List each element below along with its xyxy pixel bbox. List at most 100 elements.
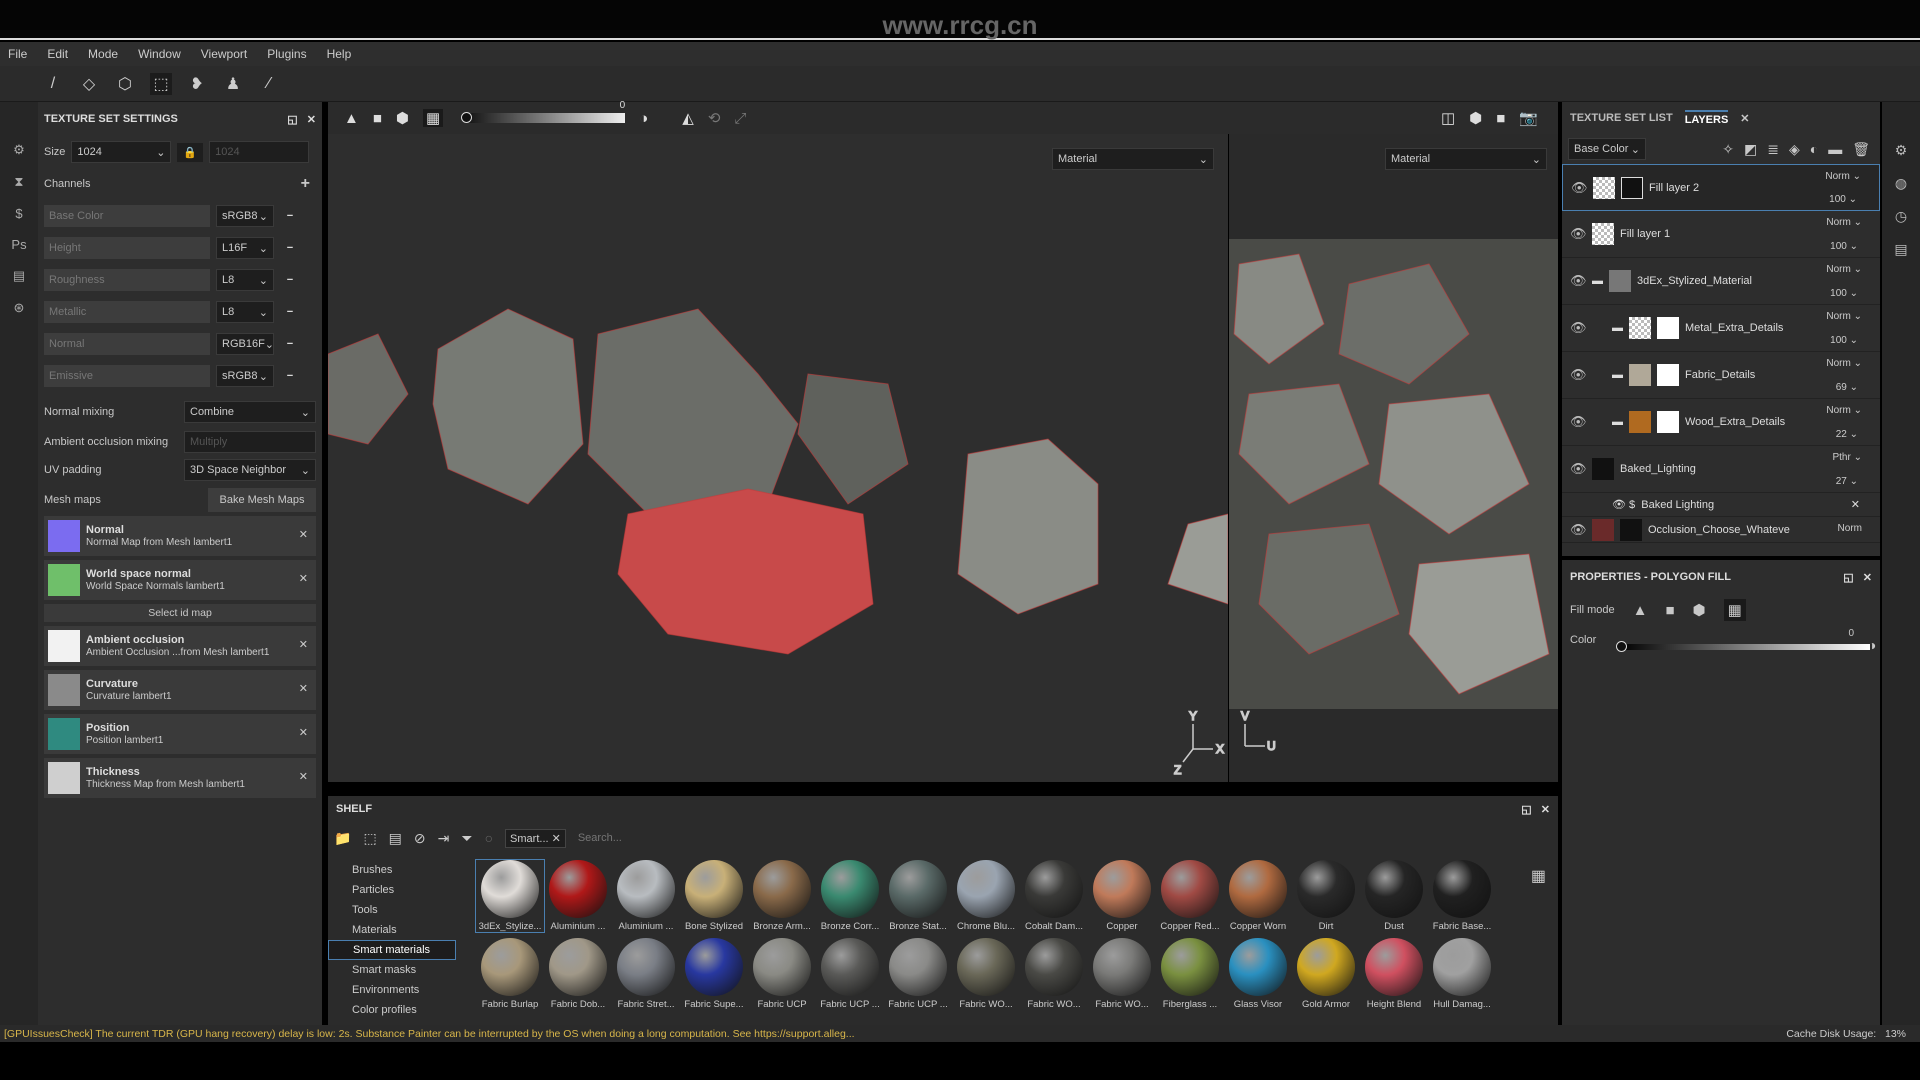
material-item[interactable]: Glass Visor	[1224, 938, 1292, 1010]
blend-mode-dropdown[interactable]: Norm ⌄	[1826, 405, 1862, 416]
remove-mesh-map-icon[interactable]: ✕	[299, 572, 308, 585]
hourglass-icon[interactable]: ⧗	[14, 174, 23, 190]
layer-row[interactable]: 👁 ▬ 3dEx_Stylized_Material Norm ⌄ 100 ⌄	[1562, 258, 1880, 305]
layer-mask-thumbnail[interactable]	[1657, 317, 1679, 339]
layer-row[interactable]: 👁 Fill layer 1 Norm ⌄ 100 ⌄	[1562, 211, 1880, 258]
undock-icon[interactable]: ◱	[1521, 804, 1531, 816]
layer-row[interactable]: 👁 ▬ Wood_Extra_Details Norm ⌄ 22 ⌄	[1562, 399, 1880, 446]
layer-mask-thumbnail[interactable]	[1657, 411, 1679, 433]
blend-mode-dropdown[interactable]: Pthr ⌄	[1832, 452, 1862, 463]
material-item[interactable]: Fabric Supe...	[680, 938, 748, 1010]
polygon-fill-icon[interactable]: ⬚	[150, 72, 172, 95]
shelf-category[interactable]: Smart masks	[328, 960, 456, 980]
remove-channel-button[interactable]: −	[280, 306, 300, 318]
menu-viewport[interactable]: Viewport	[201, 47, 247, 61]
slider-handle[interactable]	[461, 112, 473, 123]
opacity-dropdown[interactable]: 100 ⌄	[1830, 288, 1858, 299]
material-item[interactable]: Bronze Stat...	[884, 860, 952, 932]
add-folder-icon[interactable]: ▬	[1828, 141, 1842, 157]
material-item[interactable]: Fabric WO...	[1020, 938, 1088, 1010]
settings-icon[interactable]: ⊛	[14, 300, 25, 316]
visibility-eye-icon[interactable]: 👁	[1570, 461, 1587, 477]
document-icon[interactable]: ▤	[13, 268, 25, 284]
blend-mode-dropdown[interactable]: Norm ⌄	[1825, 171, 1861, 182]
eraser-icon[interactable]: ◇	[78, 73, 100, 95]
fill-mesh-icon[interactable]: ⬢	[1693, 601, 1706, 619]
remove-channel-button[interactable]: −	[280, 338, 300, 350]
layer-mask-thumbnail[interactable]	[1657, 364, 1679, 386]
tab-texture-set-list[interactable]: TEXTURE SET LIST	[1570, 112, 1673, 124]
fill-triangle-icon[interactable]: ▲	[344, 110, 359, 127]
remove-mesh-map-icon[interactable]: ✕	[299, 638, 308, 651]
material-item[interactable]: Aluminium ...	[612, 860, 680, 932]
material-item[interactable]: Fabric UCP ...	[816, 938, 884, 1010]
remove-channel-button[interactable]: −	[280, 242, 300, 254]
channel-format-dropdown[interactable]: sRGB8 ⌄	[216, 365, 274, 387]
visibility-eye-icon[interactable]: 👁	[1570, 320, 1587, 336]
color-picker-icon[interactable]: ◑	[1868, 637, 1876, 653]
fill-polygon-icon[interactable]: ■	[1665, 602, 1674, 619]
remove-channel-button[interactable]: −	[280, 210, 300, 222]
color-slider[interactable]	[1620, 644, 1870, 650]
material-item[interactable]: Fabric Burlap	[476, 938, 544, 1010]
normal-mixing-dropdown[interactable]: Combine ⌄	[184, 401, 316, 423]
material-item[interactable]: 3dEx_Stylize...	[475, 859, 545, 933]
visibility-eye-icon[interactable]: 👁	[1612, 498, 1626, 511]
channel-format-dropdown[interactable]: RGB16F ⌄	[216, 333, 274, 355]
undock-icon[interactable]: ◱	[1843, 572, 1853, 584]
bake-mesh-maps-button[interactable]: Bake Mesh Maps	[208, 488, 316, 512]
remove-mesh-map-icon[interactable]: ✕	[299, 770, 308, 783]
visibility-eye-icon[interactable]: 👁	[1570, 367, 1587, 383]
blend-mode-dropdown[interactable]: Norm ⌄	[1826, 311, 1862, 322]
tiling-icon[interactable]: ⟲	[708, 109, 721, 127]
blend-mode-dropdown[interactable]: Norm ⌄	[1826, 358, 1862, 369]
mesh-map-item[interactable]: Normal Normal Map from Mesh lambert1 ✕	[44, 516, 316, 556]
close-icon[interactable]: ✕	[1541, 804, 1550, 816]
layer-mask-thumbnail[interactable]	[1621, 176, 1643, 199]
add-layer-icon[interactable]: ≣	[1767, 141, 1779, 158]
effect-row[interactable]: 👁 $ Baked Lighting ✕	[1562, 493, 1880, 517]
menu-help[interactable]: Help	[327, 47, 352, 61]
shelf-category[interactable]: Smart materials	[328, 940, 456, 960]
uv-padding-dropdown[interactable]: 3D Space Neighbor ⌄	[184, 459, 316, 481]
shelf-category[interactable]: Brushes	[328, 860, 456, 880]
material-item[interactable]: Copper	[1088, 860, 1156, 932]
material-item[interactable]: Bronze Arm...	[748, 860, 816, 932]
export-icon[interactable]: ⇥	[438, 830, 450, 847]
material-item[interactable]: Fabric Base...	[1428, 860, 1496, 932]
camera-icon[interactable]: ■	[1496, 110, 1505, 127]
log-icon[interactable]: ▤	[1894, 241, 1907, 258]
close-icon[interactable]: ✕	[1863, 572, 1872, 584]
opacity-slider[interactable]: 0	[461, 100, 626, 123]
tab-layers[interactable]: LAYERS	[1684, 110, 1729, 126]
folder-icon[interactable]: 📁	[334, 830, 351, 847]
shelf-category[interactable]: Particles	[328, 880, 456, 900]
menu-edit[interactable]: Edit	[47, 47, 68, 61]
material-item[interactable]: Gold Armor	[1292, 938, 1360, 1010]
fill-uv-icon[interactable]: ▦	[423, 109, 444, 127]
material-item[interactable]: Aluminium ...	[544, 860, 612, 932]
menu-plugins[interactable]: Plugins	[267, 47, 306, 61]
layer-row[interactable]: 👁 ▬ Fabric_Details Norm ⌄ 69 ⌄	[1562, 352, 1880, 399]
remove-mesh-map-icon[interactable]: ✕	[299, 726, 308, 739]
symmetry-icon[interactable]: ◭	[682, 109, 694, 127]
opacity-dropdown[interactable]: 22 ⌄	[1836, 429, 1858, 440]
smudge-icon[interactable]: ❥	[186, 73, 208, 95]
fill-polygon-icon[interactable]: ■	[373, 110, 382, 127]
filter-icon[interactable]: ⏷	[461, 830, 472, 847]
viewport-mode-dropdown[interactable]: Material ⌄	[1052, 148, 1214, 170]
remove-channel-button[interactable]: −	[280, 274, 300, 286]
undock-icon[interactable]: ◱	[287, 114, 297, 126]
layer-row[interactable]: 👁 ▬ Metal_Extra_Details Norm ⌄ 100 ⌄	[1562, 305, 1880, 352]
shelf-search-input[interactable]	[577, 832, 978, 844]
shelf-category[interactable]: Color profiles	[328, 1000, 456, 1020]
layer-row[interactable]: 👁 Baked_Lighting Pthr ⌄ 27 ⌄	[1562, 446, 1880, 493]
fill-triangle-icon[interactable]: ▲	[1633, 602, 1648, 619]
clone-stamp-icon[interactable]: ♟	[222, 73, 244, 95]
opacity-dropdown[interactable]: 100 ⌄	[1829, 194, 1857, 205]
substance-icon[interactable]: ⚙	[13, 142, 25, 158]
material-item[interactable]: Fabric Stret...	[612, 938, 680, 1010]
add-effect-icon[interactable]: ✧	[1722, 141, 1734, 158]
mesh-map-item[interactable]: Curvature Curvature lambert1 ✕	[44, 670, 316, 710]
blend-mode-dropdown[interactable]: Norm ⌄	[1826, 264, 1862, 275]
